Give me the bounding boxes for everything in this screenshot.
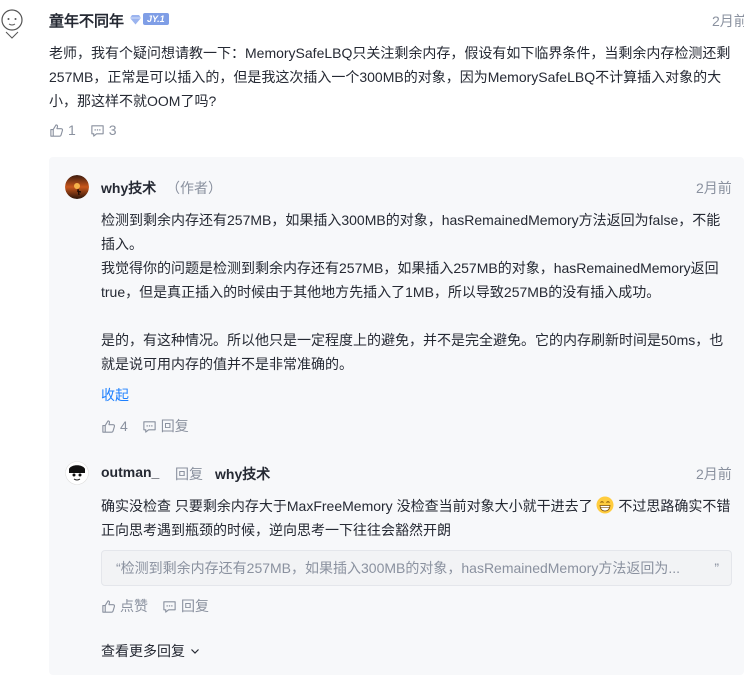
- reply-author-name[interactable]: why技术: [101, 178, 156, 198]
- comment-icon: [163, 600, 176, 613]
- reply-button[interactable]: 回复: [142, 416, 189, 436]
- reply-time: 2月前: [696, 180, 732, 196]
- reply-text: 确实没检查 只要剩余内存大于MaxFreeMemory 没检查当前对象大小就干进…: [101, 498, 593, 514]
- reply-author-name[interactable]: outman_: [101, 464, 159, 480]
- author-tag: （作者）: [166, 180, 222, 196]
- reply-word: 回复: [175, 466, 203, 482]
- reply-actions: 点赞 回复: [101, 596, 209, 616]
- comment-time: 2月前: [712, 13, 744, 29]
- like-count: 4: [120, 418, 128, 434]
- reply-actions: 4 回复: [101, 416, 189, 436]
- quote-close-mark: ”: [714, 560, 719, 576]
- level-label: JY.1: [143, 13, 169, 25]
- user-level-badge: JY.1: [130, 12, 169, 26]
- reply-content: 确实没检查 只要剩余内存大于MaxFreeMemory 没检查当前对象大小就干进…: [101, 494, 733, 542]
- like-count: 1: [68, 122, 76, 138]
- reply-time: 2月前: [696, 466, 732, 482]
- diamond-icon: [130, 14, 141, 24]
- thumbs-up-icon: [50, 123, 64, 137]
- comment-count: 3: [108, 122, 117, 138]
- like-label: 点赞: [120, 598, 148, 614]
- reply-to-name[interactable]: why技术: [215, 464, 270, 484]
- collapse-link[interactable]: 收起: [101, 385, 129, 405]
- reply-button[interactable]: 回复: [162, 596, 209, 616]
- comment-icon: [91, 124, 104, 137]
- view-more-label: 查看更多回复: [101, 643, 185, 659]
- comment-icon: [143, 420, 156, 433]
- grin-emoji-icon: [596, 496, 614, 514]
- comment-actions: 1 3: [49, 122, 117, 138]
- reply-label: 回复: [160, 418, 189, 434]
- thumbs-up-icon: [102, 599, 116, 613]
- like-button[interactable]: 点赞: [101, 596, 148, 616]
- like-button[interactable]: 4: [101, 418, 128, 434]
- reply-author-avatar[interactable]: [65, 175, 89, 199]
- user-avatar[interactable]: [0, 8, 24, 40]
- quote-text: “检测到剩余内存还有257MB，如果插入300MB的对象，hasRemained…: [116, 560, 680, 576]
- comment-author-name[interactable]: 童年不同年: [49, 10, 124, 31]
- like-button[interactable]: 1: [49, 122, 76, 138]
- reply-paragraph: 检测到剩余内存还有257MB，如果插入300MB的对象，hasRemainedM…: [101, 212, 721, 252]
- view-more-replies-button[interactable]: 查看更多回复: [101, 641, 201, 661]
- chevron-down-icon: [191, 649, 199, 654]
- reply-paragraph: 是的，有这种情况。所以他只是一定程度上的避免，并不是完全避免。它的内存刷新时间是…: [101, 332, 724, 372]
- reply-paragraph: 我觉得你的问题是检测到剩余内存还有257MB，如果插入257MB的对象，hasR…: [101, 260, 719, 300]
- comment-content: 老师，我有个疑问想请教一下：MemorySafeLBQ只关注剩余内存，假设有如下…: [49, 45, 731, 109]
- reply-author-avatar[interactable]: [65, 461, 89, 485]
- thumbs-up-icon: [102, 419, 116, 433]
- reply-label: 回复: [181, 598, 209, 614]
- comment-button[interactable]: 3: [90, 122, 117, 138]
- quoted-reply[interactable]: “检测到剩余内存还有257MB，如果插入300MB的对象，hasRemained…: [101, 550, 732, 586]
